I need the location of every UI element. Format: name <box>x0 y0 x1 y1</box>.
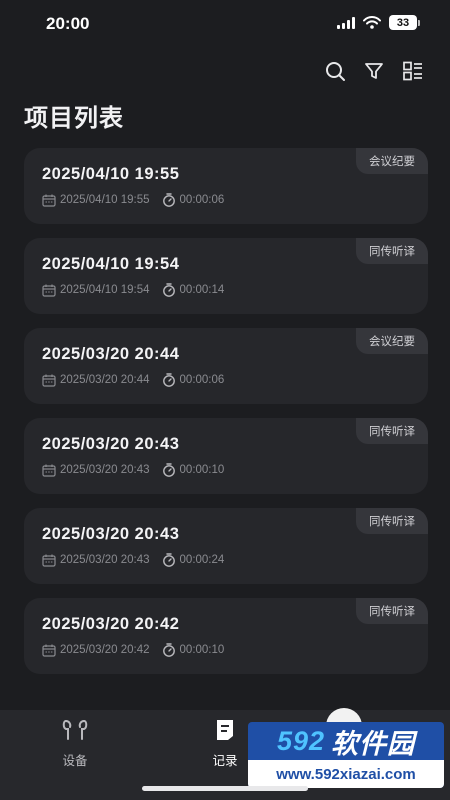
watermark-brand: 592 软件园 <box>248 722 444 760</box>
record-title: 2025/04/10 19:54 <box>42 255 180 273</box>
record-card[interactable]: 同传听译 2025/03/20 20:43 2025/03/20 20:43 0… <box>24 418 428 494</box>
list-view-button[interactable] <box>402 58 424 84</box>
calendar-icon <box>42 284 56 297</box>
tab-device-label: 设备 <box>62 754 88 768</box>
wifi-icon <box>363 16 381 29</box>
filter-icon <box>365 63 383 79</box>
calendar-icon <box>42 464 56 477</box>
record-card[interactable]: 会议纪要 2025/04/10 19:55 2025/04/10 19:55 0… <box>24 148 428 224</box>
record-duration: 00:00:24 <box>162 553 225 567</box>
record-title: 2025/04/10 19:55 <box>42 165 180 183</box>
record-duration-text: 00:00:14 <box>179 284 225 296</box>
record-type-tag: 会议纪要 <box>356 148 428 174</box>
record-type-tag: 会议纪要 <box>356 328 428 354</box>
record-type-tag: 同传听译 <box>356 418 428 444</box>
calendar-icon <box>42 374 56 387</box>
watermark-text: 软件园 <box>331 728 416 759</box>
record-card[interactable]: 同传听译 2025/03/20 20:43 2025/03/20 20:43 0… <box>24 508 428 584</box>
record-date: 2025/03/20 20:43 <box>42 554 150 567</box>
earbuds-icon <box>62 720 88 740</box>
record-meta: 2025/03/20 20:44 00:00:06 <box>42 373 410 387</box>
record-duration: 00:00:10 <box>162 643 225 657</box>
record-title: 2025/03/20 20:44 <box>42 345 180 363</box>
watermark-number: 592 <box>276 725 326 756</box>
record-duration-text: 00:00:06 <box>179 194 225 206</box>
record-title: 2025/03/20 20:43 <box>42 435 180 453</box>
record-duration-text: 00:00:10 <box>179 464 225 476</box>
record-meta: 2025/03/20 20:43 00:00:10 <box>42 463 410 477</box>
timer-icon <box>162 283 175 297</box>
calendar-icon <box>42 644 56 657</box>
record-date: 2025/03/20 20:42 <box>42 644 150 657</box>
record-duration-text: 00:00:10 <box>179 644 225 656</box>
record-date-text: 2025/03/20 20:42 <box>60 644 150 656</box>
record-duration: 00:00:14 <box>162 283 225 297</box>
timer-icon <box>162 463 175 477</box>
record-date-text: 2025/04/10 19:54 <box>60 284 150 296</box>
record-date-text: 2025/03/20 20:44 <box>60 374 150 386</box>
page-title: 项目列表 <box>24 105 124 132</box>
search-button[interactable] <box>324 58 346 84</box>
search-icon <box>326 62 345 81</box>
record-date: 2025/03/20 20:44 <box>42 374 150 387</box>
cellular-signal-icon <box>337 16 355 29</box>
record-card[interactable]: 会议纪要 2025/03/20 20:44 2025/03/20 20:44 0… <box>24 328 428 404</box>
document-icon <box>217 720 233 740</box>
tab-records-label: 记录 <box>212 754 238 768</box>
status-time: 20:00 <box>46 14 90 33</box>
home-indicator <box>142 786 308 791</box>
timer-icon <box>162 553 175 567</box>
timer-icon <box>162 643 175 657</box>
record-list: 会议纪要 2025/04/10 19:55 2025/04/10 19:55 0… <box>24 148 428 688</box>
record-meta: 2025/03/20 20:42 00:00:10 <box>42 643 410 657</box>
record-date-text: 2025/03/20 20:43 <box>60 554 150 566</box>
record-date: 2025/04/10 19:55 <box>42 194 150 207</box>
record-date: 2025/04/10 19:54 <box>42 284 150 297</box>
record-card[interactable]: 同传听译 2025/04/10 19:54 2025/04/10 19:54 0… <box>24 238 428 314</box>
record-title: 2025/03/20 20:43 <box>42 525 180 543</box>
record-type-tag: 同传听译 <box>356 238 428 264</box>
record-duration: 00:00:06 <box>162 373 225 387</box>
list-view-icon <box>403 61 422 81</box>
record-type-tag: 同传听译 <box>356 598 428 624</box>
record-date-text: 2025/03/20 20:43 <box>60 464 150 476</box>
record-date-text: 2025/04/10 19:55 <box>60 194 150 206</box>
timer-icon <box>162 373 175 387</box>
record-card[interactable]: 同传听译 2025/03/20 20:42 2025/03/20 20:42 0… <box>24 598 428 674</box>
status-icons: 33 <box>337 15 420 30</box>
record-duration: 00:00:06 <box>162 193 225 207</box>
record-meta: 2025/04/10 19:55 00:00:06 <box>42 193 410 207</box>
tab-device[interactable]: 设备 <box>35 718 115 769</box>
watermark-url: www.592xiazai.com <box>248 760 444 788</box>
status-bar: 20:00 33 <box>0 0 450 48</box>
calendar-icon <box>42 194 56 207</box>
filter-button[interactable] <box>363 58 385 84</box>
toolbar <box>324 58 424 84</box>
battery-level: 33 <box>389 15 417 30</box>
calendar-icon <box>42 554 56 567</box>
battery-icon: 33 <box>389 15 420 30</box>
record-title: 2025/03/20 20:42 <box>42 615 180 633</box>
watermark: 592 软件园 www.592xiazai.com <box>248 722 444 788</box>
record-duration-text: 00:00:06 <box>179 374 225 386</box>
record-duration: 00:00:10 <box>162 463 225 477</box>
record-meta: 2025/03/20 20:43 00:00:24 <box>42 553 410 567</box>
record-date: 2025/03/20 20:43 <box>42 464 150 477</box>
record-duration-text: 00:00:24 <box>179 554 225 566</box>
record-meta: 2025/04/10 19:54 00:00:14 <box>42 283 410 297</box>
record-type-tag: 同传听译 <box>356 508 428 534</box>
timer-icon <box>162 193 175 207</box>
